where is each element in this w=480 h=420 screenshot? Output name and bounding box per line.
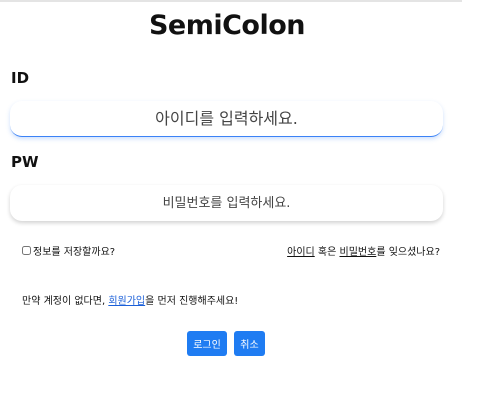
- pw-label: PW: [11, 153, 39, 171]
- password-input[interactable]: [10, 185, 443, 221]
- remember-me[interactable]: 정보를 저장할까요?: [22, 243, 115, 258]
- find-password-link[interactable]: 비밀번호: [340, 247, 377, 258]
- find-id-link[interactable]: 아이디: [287, 247, 315, 258]
- signup-message: 만약 계정이 없다면, 회원가입을 먼저 진행해주세요!: [22, 292, 238, 307]
- id-field-container: [10, 101, 443, 137]
- signup-prefix: 만약 계정이 없다면,: [22, 296, 109, 307]
- forgot-middle-text: 혹은: [314, 247, 340, 258]
- id-label: ID: [11, 69, 30, 87]
- remember-checkbox[interactable]: [22, 246, 31, 255]
- id-input[interactable]: [10, 101, 443, 136]
- forgot-suffix-text: 를 잊으셨나요?: [376, 247, 440, 258]
- pw-field-container: [10, 185, 443, 221]
- signup-link[interactable]: 회원가입: [108, 296, 145, 307]
- forgot-credentials: 아이디 혹은 비밀번호를 잊으셨나요?: [287, 243, 440, 258]
- login-button[interactable]: 로그인: [187, 331, 227, 356]
- cancel-button[interactable]: 취소: [234, 331, 265, 356]
- app-logo: SemiColon: [148, 10, 306, 41]
- top-divider: [0, 0, 462, 2]
- signup-suffix: 을 먼저 진행해주세요!: [145, 296, 239, 307]
- remember-label: 정보를 저장할까요?: [33, 247, 116, 258]
